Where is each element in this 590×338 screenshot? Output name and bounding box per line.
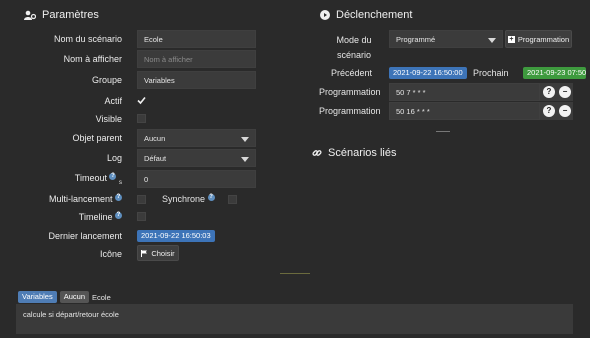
help-icon[interactable]: ? (109, 173, 117, 180)
synchrone-label: Synchrone ? (162, 194, 215, 204)
parametres-header: Paramètres (24, 9, 99, 21)
visible-checkbox[interactable] (137, 114, 146, 123)
visible-label: Visible (95, 114, 122, 124)
actif-label: Actif (104, 96, 122, 106)
multi-lancement-text: Multi-lancement (48, 194, 113, 204)
groupe-input[interactable]: Variables (137, 71, 256, 89)
dernier-lancement-label: Dernier lancement (48, 231, 122, 241)
nom-scenario-input[interactable]: Ecole (137, 30, 256, 48)
users-cog-icon (24, 10, 36, 20)
help-icon[interactable]: ? (115, 194, 122, 201)
nom-scenario-label: Nom du scénario (53, 34, 122, 44)
remove-icon[interactable]: − (559, 86, 571, 98)
scenario-name: Ecole (92, 292, 111, 302)
choisir-button[interactable]: Choisir (137, 245, 179, 261)
link-icon (312, 150, 322, 156)
mode-value: Programmé (396, 35, 436, 44)
divider (280, 273, 310, 274)
mode-select[interactable]: Programmé (389, 30, 503, 48)
tag-objet: Aucun (59, 291, 89, 303)
chevron-down-icon (241, 157, 249, 162)
log-select[interactable]: Défaut (137, 149, 256, 167)
tag-groupe: Variables (18, 291, 57, 303)
timeout-label-text: Timeout (74, 173, 107, 183)
timeline-label: Timeline ? (26, 212, 122, 222)
programmation-input[interactable]: 50 7 * * * (389, 83, 540, 101)
parametres-title: Paramètres (42, 9, 99, 21)
mode-label-line2: scénario (336, 50, 372, 60)
timeout-unit: s (119, 179, 122, 186)
precedent-label: Précédent (331, 68, 373, 78)
groupe-label: Groupe (91, 75, 122, 85)
log-value: Défaut (144, 154, 167, 163)
multi-lancement-label: Multi-lancement ? (26, 194, 122, 204)
synchrone-text: Synchrone (162, 194, 206, 204)
help-icon[interactable]: ? (543, 105, 555, 117)
nom-afficher-label: Nom à afficher (63, 54, 122, 64)
divider (436, 131, 450, 132)
programmation-label: Programmation (319, 87, 381, 97)
mode-label-line1: Mode du (336, 35, 372, 45)
programmation-input[interactable]: 50 16 * * * (389, 102, 540, 120)
timeline-checkbox[interactable] (137, 212, 146, 221)
declenchement-header: Déclenchement (320, 9, 412, 21)
chevron-down-icon (488, 38, 496, 43)
timeout-input[interactable]: 0 (137, 170, 256, 188)
objet-parent-label: Objet parent (72, 133, 122, 143)
objet-parent-select[interactable]: Aucun (137, 129, 256, 147)
help-icon[interactable]: ? (207, 194, 215, 201)
remove-icon[interactable]: − (559, 105, 571, 117)
scenarios-lies-title: Scénarios liés (328, 147, 397, 159)
programmation-button-label: Programmation (517, 34, 570, 44)
description-area[interactable]: calcule si départ/retour école (16, 304, 573, 334)
programmation-label: Programmation (319, 106, 381, 116)
icone-label: Icône (99, 249, 122, 259)
log-label: Log (106, 153, 122, 163)
description-text: calcule si départ/retour école (23, 310, 119, 319)
objet-parent-value: Aucun (144, 134, 166, 143)
multi-lancement-checkbox[interactable] (137, 195, 146, 204)
prochain-badge: 2021-09-23 07:50 (523, 67, 586, 79)
nom-afficher-input[interactable]: Nom à afficher (137, 50, 256, 68)
choisir-label: Choisir (151, 248, 175, 258)
synchrone-checkbox[interactable] (228, 195, 237, 204)
declenchement-title: Déclenchement (336, 9, 413, 21)
precedent-badge: 2021-09-22 16:50:00 (389, 67, 467, 79)
dernier-lancement-badge: 2021-09-22 16:50:03 (137, 230, 215, 242)
prochain-label: Prochain (473, 68, 509, 78)
breadcrumb: Variables Aucun Ecole (18, 291, 111, 303)
help-icon[interactable]: ? (543, 86, 555, 98)
play-circle-icon (320, 10, 330, 20)
plus-icon: + (507, 35, 515, 43)
help-icon[interactable]: ? (115, 212, 122, 219)
mode-label: Mode du scénario (330, 33, 378, 63)
timeout-label: Timeout ? s (26, 173, 122, 186)
chevron-down-icon (241, 137, 249, 142)
scenarios-lies-header: Scénarios liés (312, 147, 396, 159)
timeline-text: Timeline (78, 212, 113, 222)
actif-checkbox[interactable] (137, 96, 146, 105)
programmation-button[interactable]: + Programmation (505, 30, 572, 48)
flag-icon (141, 249, 148, 257)
